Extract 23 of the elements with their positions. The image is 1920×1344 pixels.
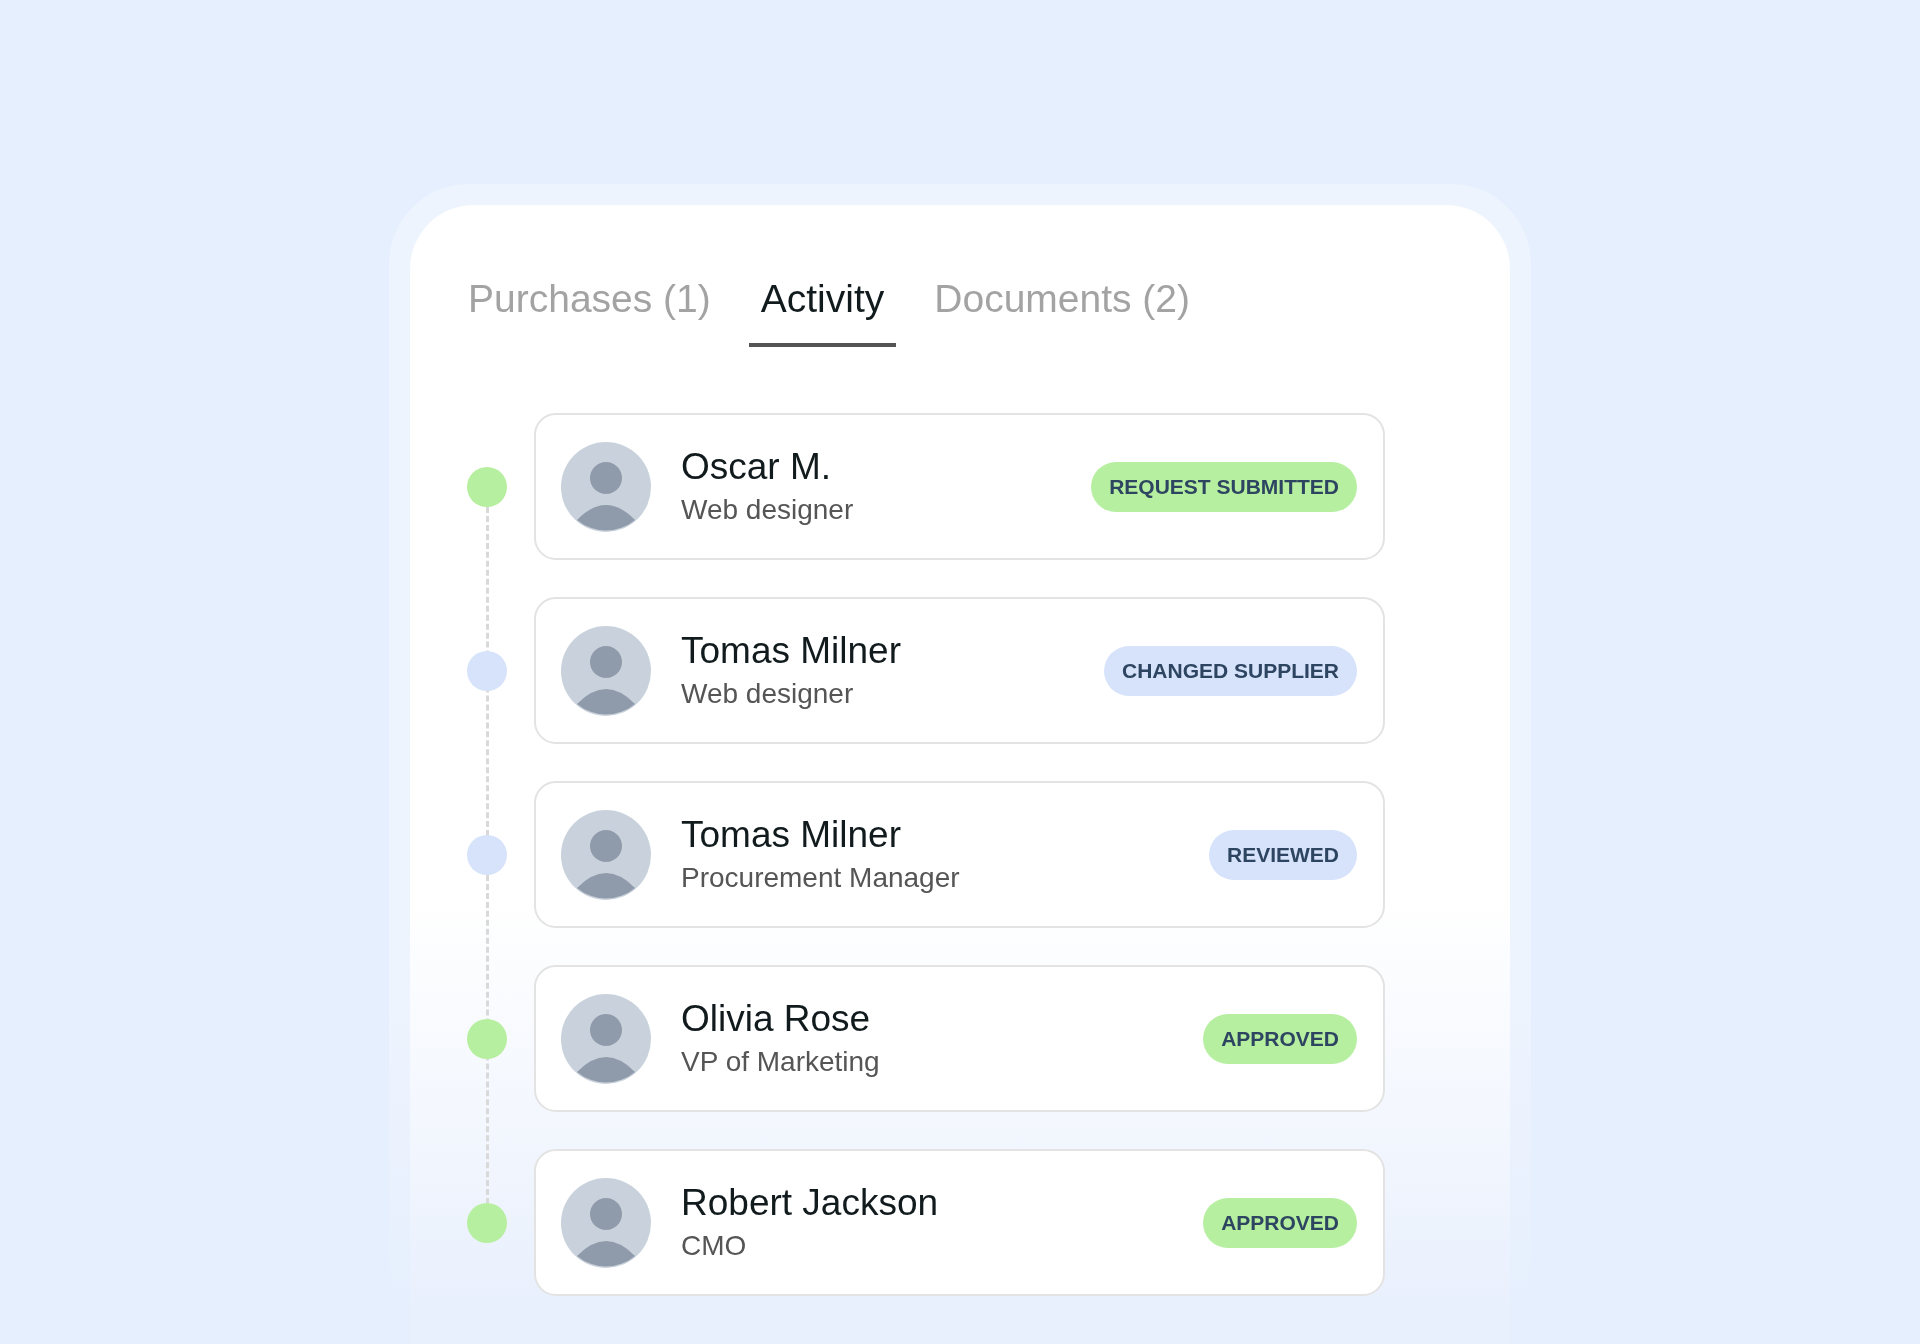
person-role: Procurement Manager [681, 861, 961, 896]
avatar-icon [561, 625, 651, 716]
tab[interactable]: Purchases (1) [456, 269, 723, 347]
status-badge: APPROVED [1203, 1013, 1357, 1064]
person-name: Olivia Rose [681, 996, 872, 1041]
person-name: Tomas Milner [681, 812, 902, 857]
avatar-icon [561, 993, 651, 1084]
person-role: VP of Marketing [681, 1045, 881, 1080]
person-name: Tomas Milner [681, 628, 902, 673]
status-badge: REVIEWED [1209, 829, 1357, 880]
status-badge: CHANGED SUPPLIER [1103, 645, 1357, 696]
person-name: Oscar M. [681, 444, 833, 489]
avatar-icon [561, 441, 651, 532]
tab[interactable]: Activity [748, 269, 897, 347]
avatar-icon [561, 809, 651, 900]
avatar-icon [561, 1177, 651, 1268]
status-badge: APPROVED [1203, 1197, 1357, 1248]
person-role: Web designer [681, 677, 855, 712]
person-role: CMO [681, 1229, 748, 1264]
status-badge: REQUEST SUBMITTED [1091, 461, 1357, 512]
person-name: Robert Jackson [681, 1180, 940, 1225]
person-role: Web designer [681, 493, 855, 528]
tab[interactable]: Documents (2) [922, 269, 1203, 347]
